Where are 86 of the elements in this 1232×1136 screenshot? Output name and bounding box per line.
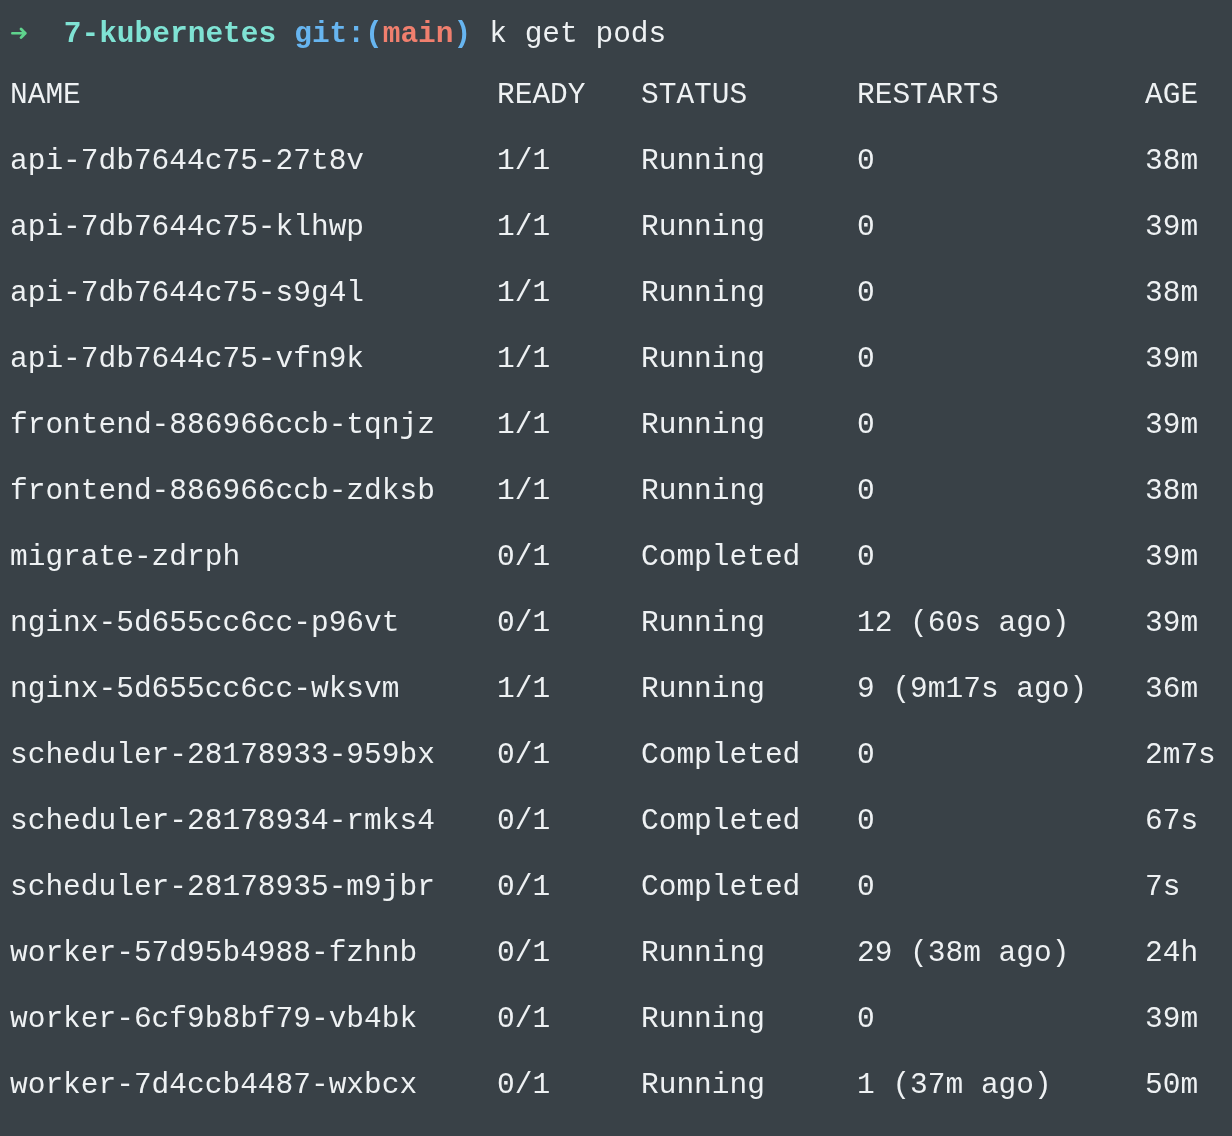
restart-count: 1 (37m ago): [857, 1067, 1053, 1104]
ready-count: 0/1: [497, 1067, 552, 1104]
pod-name: worker-6cf9b8bf79-vb4bk: [10, 1001, 419, 1038]
pod-status: Completed: [641, 737, 802, 774]
restart-count: 0: [857, 1001, 876, 1038]
pod-name: worker-7d4ccb4487-wxbcx: [10, 1067, 419, 1104]
pod-age: 38m: [1145, 275, 1200, 312]
pod-name: api-7db7644c75-klhwp: [10, 209, 366, 246]
pod-status: Running: [641, 473, 766, 510]
column-header: AGE: [1145, 77, 1200, 114]
pod-name: nginx-5d655cc6cc-p96vt: [10, 605, 401, 642]
pod-age: 39m: [1145, 407, 1200, 444]
pod-status: Completed: [641, 539, 802, 576]
ready-count: 0/1: [497, 539, 552, 576]
pod-name: scheduler-28178935-m9jbr: [10, 869, 436, 906]
ready-count: 1/1: [497, 209, 552, 246]
ready-count: 1/1: [497, 341, 552, 378]
pod-status: Running: [641, 341, 766, 378]
pod-age: 38m: [1145, 473, 1200, 510]
pod-name: api-7db7644c75-s9g4l: [10, 275, 366, 312]
command-text: k get pods: [489, 17, 667, 51]
pod-age: 39m: [1145, 605, 1200, 642]
restart-count: 0: [857, 539, 876, 576]
pod-age: 39m: [1145, 341, 1200, 378]
pod-status: Completed: [641, 869, 802, 906]
pod-name: nginx-5d655cc6cc-wksvm: [10, 671, 401, 708]
restart-count: 0: [857, 869, 876, 906]
git-paren: ): [453, 17, 472, 51]
pod-age: 39m: [1145, 1001, 1200, 1038]
pod-status: Running: [641, 605, 766, 642]
pod-status: Running: [641, 275, 766, 312]
pod-name: migrate-zdrph: [10, 539, 242, 576]
pod-name: frontend-886966ccb-zdksb: [10, 473, 436, 510]
column-header: STATUS: [641, 77, 749, 114]
pod-name: frontend-886966ccb-tqnjz: [10, 407, 436, 444]
column-header: READY: [497, 77, 587, 114]
column-header: NAME: [10, 77, 82, 114]
restart-count: 0: [857, 275, 876, 312]
ready-count: 1/1: [497, 143, 552, 180]
pod-status: Running: [641, 1067, 766, 1104]
ready-count: 0/1: [497, 803, 552, 840]
pod-status: Running: [641, 407, 766, 444]
pod-age: 50m: [1145, 1067, 1200, 1104]
pod-status: Completed: [641, 803, 802, 840]
ready-count: 1/1: [497, 275, 552, 312]
ready-count: 1/1: [497, 407, 552, 444]
prompt-arrow: ➜: [10, 17, 28, 52]
pod-name: api-7db7644c75-vfn9k: [10, 341, 366, 378]
ready-count: 0/1: [497, 1001, 552, 1038]
column-header: RESTARTS: [857, 77, 1000, 114]
pod-age: 38m: [1145, 143, 1200, 180]
pod-age: 2m7s: [1145, 737, 1217, 774]
restart-count: 0: [857, 803, 876, 840]
pod-status: Running: [641, 1001, 766, 1038]
restart-count: 9 (9m17s ago): [857, 671, 1089, 708]
pod-name: api-7db7644c75-27t8v: [10, 143, 366, 180]
pod-status: Running: [641, 935, 766, 972]
ready-count: 1/1: [497, 473, 552, 510]
git-label: git:(: [294, 17, 383, 51]
restart-count: 0: [857, 473, 876, 510]
ready-count: 1/1: [497, 671, 552, 708]
restart-count: 0: [857, 209, 876, 246]
pod-age: 39m: [1145, 539, 1200, 576]
pod-age: 24h: [1145, 935, 1200, 972]
restart-count: 0: [857, 341, 876, 378]
ready-count: 0/1: [497, 737, 552, 774]
restart-count: 0: [857, 407, 876, 444]
ready-count: 0/1: [497, 935, 552, 972]
pod-age: 7s: [1145, 869, 1182, 906]
ready-count: 0/1: [497, 605, 552, 642]
pod-status: Running: [641, 209, 766, 246]
pod-name: scheduler-28178934-rmks4: [10, 803, 436, 840]
restart-count: 12 (60s ago): [857, 605, 1071, 642]
restart-count: 0: [857, 143, 876, 180]
restart-count: 29 (38m ago): [857, 935, 1071, 972]
ready-count: 0/1: [497, 869, 552, 906]
branch-name: main: [382, 17, 454, 51]
pod-name: scheduler-28178933-959bx: [10, 737, 436, 774]
restart-count: 0: [857, 737, 876, 774]
pod-age: 67s: [1145, 803, 1200, 840]
directory-name: 7-kubernetes: [63, 17, 277, 51]
pod-status: Running: [641, 143, 766, 180]
pod-age: 39m: [1145, 209, 1200, 246]
pod-age: 36m: [1145, 671, 1200, 708]
pod-name: worker-57d95b4988-fzhnb: [10, 935, 419, 972]
pod-status: Running: [641, 671, 766, 708]
